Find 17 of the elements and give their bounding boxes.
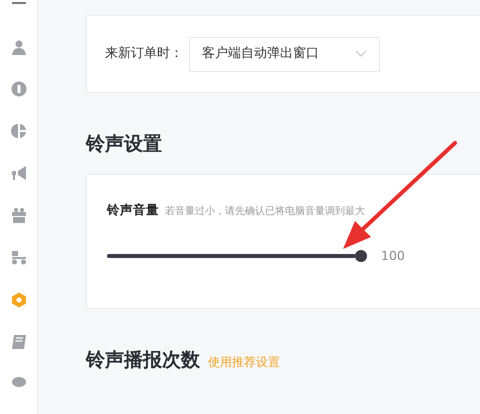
section-heading: 铃声设置	[86, 135, 163, 154]
volume-hint: 若音量过小，请先确认已将电脑音量调到最大	[165, 206, 365, 217]
pie-chart-icon	[10, 123, 26, 140]
volume-value: 100	[381, 247, 405, 265]
chevron-down-icon	[355, 50, 367, 58]
person-icon	[10, 38, 26, 55]
hexagon-icon	[10, 292, 26, 308]
volume-label: 铃声音量	[107, 202, 159, 217]
field-label: 来新订单时：	[105, 45, 183, 64]
slider-thumb[interactable]	[355, 250, 367, 262]
section-heading: 铃声播报次数	[86, 351, 200, 370]
gift-icon	[10, 207, 26, 224]
book-icon	[10, 334, 26, 350]
volume-slider[interactable]	[107, 250, 367, 262]
coin-icon	[10, 80, 26, 97]
megaphone-icon	[10, 165, 26, 182]
dropdown-select[interactable]: 客户端自动弹出窗口	[189, 36, 380, 72]
